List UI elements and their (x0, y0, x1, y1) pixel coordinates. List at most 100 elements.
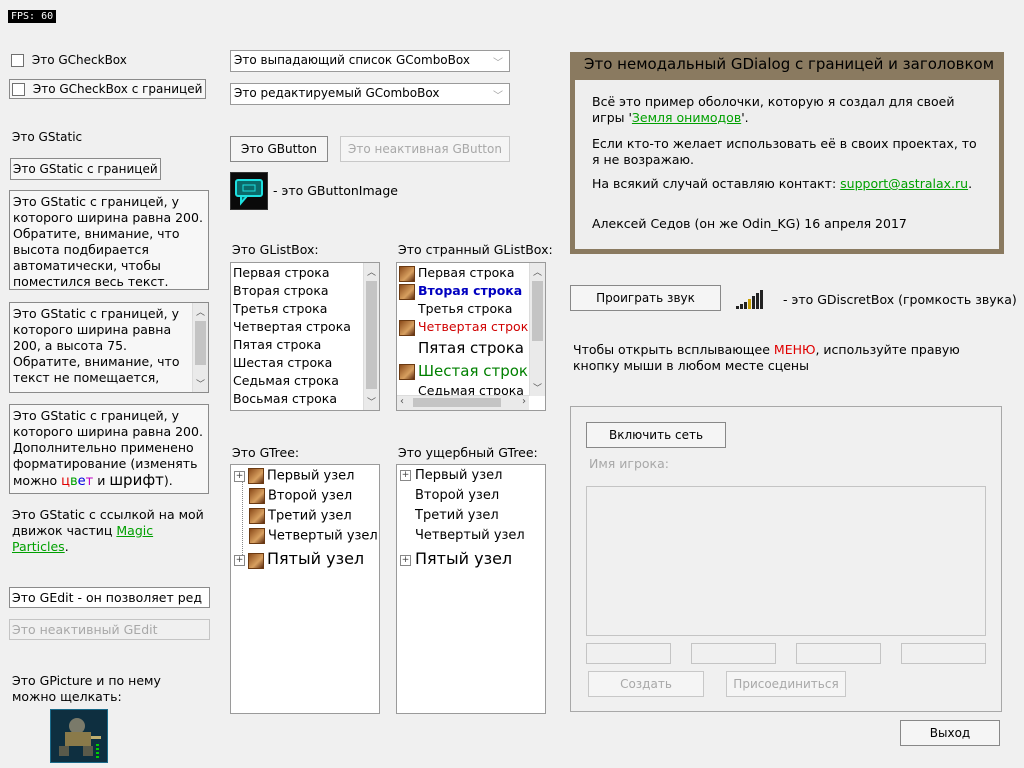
static-scrollbar[interactable]: ︿ ﹀ (192, 303, 208, 392)
list-item[interactable]: Третья строка (231, 300, 379, 318)
expand-icon[interactable]: + (400, 555, 411, 566)
scroll-thumb[interactable] (195, 321, 206, 365)
expand-icon[interactable]: + (234, 470, 245, 482)
checkbox-box[interactable] (11, 54, 24, 67)
create-button: Создать (588, 671, 704, 697)
enable-network-button[interactable]: Включить сеть (586, 422, 726, 448)
list-item[interactable]: Первая строка (397, 264, 529, 282)
dialog-title[interactable]: Это немодальный GDialog с границей и заг… (570, 52, 1004, 76)
static-link-text: Это GStatic с ссылкой на мой движок част… (12, 507, 204, 538)
strange-hscrollbar[interactable]: ‹ › (397, 395, 529, 410)
scroll-down-icon[interactable]: ﹀ (533, 381, 542, 394)
scroll-up-icon[interactable]: ︿ (196, 305, 205, 318)
unit-portrait-icon (399, 265, 415, 282)
picture[interactable] (50, 709, 108, 763)
discretbox-label: - это GDiscretBox (громкость звука) (783, 292, 1017, 307)
net-field-4 (901, 643, 986, 664)
tree2[interactable]: + Первый узел Второй узел Третий узел Чет… (396, 464, 546, 714)
list-item[interactable]: Вторая строка (231, 282, 379, 300)
dialog[interactable]: Это немодальный GDialog с границей и заг… (570, 52, 1004, 254)
list-item[interactable]: Третья строка (397, 300, 529, 318)
email-link[interactable]: support@astralax.ru (840, 176, 968, 191)
combobox-value: Это выпадающий список GComboBox (234, 53, 470, 67)
play-sound-button[interactable]: Проиграть звук (570, 285, 721, 311)
static-scroll-text: Это GStatic с границей, у которого ширин… (13, 306, 180, 385)
tree-node[interactable]: + Пятый узел (400, 549, 512, 568)
scroll-up-icon[interactable]: ︿ (533, 265, 542, 278)
tree-node[interactable]: + Первый узел (400, 468, 502, 483)
dialog-body: Всё это пример оболочки, которую я созда… (575, 80, 999, 249)
tree-label: Это GTree: (232, 445, 300, 460)
checkbox-plain[interactable]: Это GCheckBox (11, 53, 127, 67)
tree-node[interactable]: Четвертый узел (249, 528, 378, 544)
strange-vscrollbar[interactable]: ︿ ﹀ (529, 263, 545, 396)
tree-node[interactable]: Второй узел (249, 488, 352, 504)
list-item[interactable]: Четвертая строк (397, 318, 529, 336)
unit-portrait-icon (399, 363, 415, 380)
discretbox[interactable] (735, 285, 769, 311)
combobox-editable[interactable]: Это редактируемый GComboBox ﹀ (230, 83, 510, 105)
chevron-down-icon[interactable]: ﹀ (493, 54, 503, 69)
list-item[interactable]: Пятая строка (231, 336, 379, 354)
tree-node[interactable]: + Пятый узел (234, 549, 364, 569)
combobox-dropdown[interactable]: Это выпадающий список GComboBox ﹀ (230, 50, 510, 72)
tree-node[interactable]: + Первый узел (234, 468, 354, 484)
player-name-label: Имя игрока: (589, 456, 669, 471)
scroll-right-icon[interactable]: › (522, 396, 526, 407)
edit-active[interactable]: Это GEdit - он позволяет ред (9, 587, 210, 608)
popup-hint: Чтобы открыть всплывающее МЕНЮ, использу… (573, 342, 960, 373)
scroll-down-icon[interactable]: ﹀ (367, 395, 376, 408)
list-item[interactable]: Пятая строка (397, 336, 529, 360)
tree-node[interactable]: Четвертый узел (415, 528, 525, 543)
tree-node[interactable]: Третий узел (249, 508, 352, 524)
scroll-down-icon[interactable]: ﹀ (196, 377, 205, 390)
listbox[interactable]: Первая строка Вторая строка Третья строк… (230, 262, 380, 411)
chevron-down-icon[interactable]: ﹀ (493, 87, 503, 102)
scroll-thumb[interactable] (532, 281, 543, 341)
scroll-left-icon[interactable]: ‹ (400, 396, 404, 407)
menu-word: МЕНЮ (773, 342, 816, 357)
unit-portrait-icon (249, 528, 265, 544)
static-formatted-end: ). (163, 473, 173, 488)
color-word-v: в (70, 474, 78, 489)
buttonimage-label: - это GButtonImage (273, 183, 398, 198)
unit-portrait-icon (249, 508, 265, 524)
scroll-thumb[interactable] (413, 398, 501, 407)
checkbox-bordered[interactable]: Это GCheckBox с границей (9, 79, 206, 99)
tree2-label: Это ущербный GTree: (398, 445, 538, 460)
gbutton[interactable]: Это GButton (230, 136, 328, 162)
exit-button[interactable]: Выход (900, 720, 1000, 746)
list-item[interactable]: Восьмая строка (231, 390, 379, 408)
static-formatted-and: и (93, 473, 110, 488)
list-item[interactable]: Четвертая строка (231, 318, 379, 336)
net-field-2 (691, 643, 776, 664)
listbox-scrollbar[interactable]: ︿ ﹀ (363, 263, 379, 410)
list-item[interactable]: Вторая строка (397, 282, 529, 300)
tree[interactable]: + Первый узел Второй узел Третий узел Чет… (230, 464, 380, 714)
tree-node[interactable]: Третий узел (415, 508, 499, 523)
strange-listbox[interactable]: Первая строка Вторая строка Третья строк… (396, 262, 546, 411)
list-item[interactable]: Седьмая строка (231, 372, 379, 390)
expand-icon[interactable]: + (234, 555, 245, 566)
join-button: Присоединиться (726, 671, 846, 697)
network-panel: Включить сеть Имя игрока: Создать Присое… (570, 406, 1002, 712)
scroll-up-icon[interactable]: ︿ (367, 265, 376, 278)
chat-bubble-icon (235, 179, 263, 206)
expand-icon[interactable]: + (400, 470, 411, 481)
checkbox-label: Это GCheckBox (31, 53, 127, 67)
scroll-thumb[interactable] (366, 281, 377, 389)
player-list (586, 486, 986, 636)
gbutton-disabled: Это неактивная GButton (340, 136, 510, 162)
list-item[interactable]: Шестая строка (231, 354, 379, 372)
static-link: Это GStatic с ссылкой на мой движок част… (12, 507, 207, 555)
net-field-3 (796, 643, 881, 664)
list-item[interactable]: Шестая строка (397, 360, 529, 382)
tree-node[interactable]: Второй узел (415, 488, 499, 503)
unit-portrait-icon (249, 488, 265, 504)
gbuttonimage[interactable] (230, 172, 268, 210)
static-plain: Это GStatic (12, 130, 83, 144)
list-item[interactable]: Первая строка (231, 264, 379, 282)
game-link[interactable]: Земля онимодов (632, 110, 741, 125)
checkbox-box[interactable] (12, 83, 25, 96)
color-word-e: е (77, 474, 86, 489)
